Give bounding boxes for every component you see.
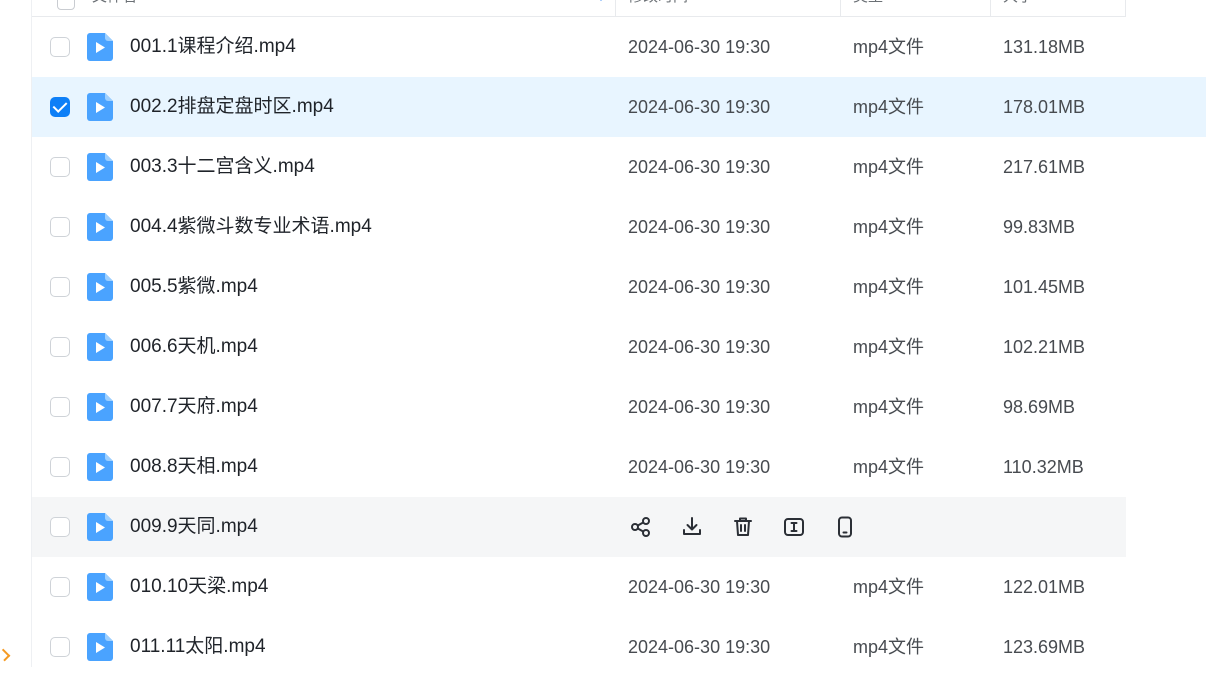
file-type: mp4文件 (853, 577, 925, 597)
file-name[interactable]: 006.6天机.mp4 (130, 317, 258, 377)
file-size: 122.01MB (1003, 577, 1086, 597)
file-name[interactable]: 001.1课程介绍.mp4 (130, 17, 296, 77)
share-icon[interactable] (628, 514, 654, 540)
video-file-icon (87, 333, 113, 361)
file-modified-time: 2024-06-30 19:30 (628, 577, 771, 597)
header-divider (1125, 0, 1126, 16)
file-row[interactable]: 004.4紫微斗数专业术语.mp4 2024-06-30 19:30 mp4文件 99… (32, 197, 1126, 257)
file-name[interactable]: 004.4紫微斗数专业术语.mp4 (130, 197, 372, 257)
file-modified-time: 2024-06-30 19:30 (628, 37, 771, 57)
file-modified-time: 2024-06-30 19:30 (628, 97, 771, 117)
file-modified-time: 2024-06-30 19:30 (628, 457, 771, 477)
file-row[interactable]: 006.6天机.mp4 2024-06-30 19:30 mp4文件 102.21MB (32, 317, 1126, 377)
file-row[interactable]: 001.1课程介绍.mp4 2024-06-30 19:30 mp4文件 131.18… (32, 17, 1126, 77)
row-checkbox[interactable] (50, 157, 70, 177)
row-checkbox[interactable] (50, 97, 70, 117)
header-modified[interactable]: 修改时间 (628, 0, 688, 16)
rename-icon[interactable] (781, 514, 807, 540)
file-list: 001.1课程介绍.mp4 2024-06-30 19:30 mp4文件 131.18… (32, 17, 1206, 677)
file-name[interactable]: 007.7天府.mp4 (130, 377, 258, 437)
header-divider (840, 0, 841, 16)
file-row[interactable]: 003.3十二宫含义.mp4 2024-06-30 19:30 mp4文件 217.6… (32, 137, 1126, 197)
file-modified-time: 2024-06-30 19:30 (628, 157, 771, 177)
header-name[interactable]: 文件名 (92, 0, 137, 16)
file-name[interactable]: 011.11太阳.mp4 (130, 617, 266, 677)
file-row[interactable]: 007.7天府.mp4 2024-06-30 19:30 mp4文件 98.69MB (32, 377, 1126, 437)
file-type: mp4文件 (853, 157, 925, 177)
file-row[interactable]: 010.10天梁.mp4 2024-06-30 19:30 mp4文件 122.01M… (32, 557, 1126, 617)
file-type: mp4文件 (853, 397, 925, 417)
row-checkbox[interactable] (50, 37, 70, 57)
video-file-icon (87, 513, 113, 541)
file-row[interactable]: 011.11太阳.mp4 2024-06-30 19:30 mp4文件 123.69M… (32, 617, 1126, 677)
row-checkbox[interactable] (50, 577, 70, 597)
file-size: 178.01MB (1003, 97, 1086, 117)
left-sidebar-edge (0, 0, 32, 667)
file-size: 123.69MB (1003, 637, 1086, 657)
file-modified-time: 2024-06-30 19:30 (628, 337, 771, 357)
file-list-header: 文件名 修改时间 类型 大小 (32, 0, 1126, 17)
file-modified-time: 2024-06-30 19:30 (628, 217, 771, 237)
video-file-icon (87, 33, 113, 61)
video-file-icon (87, 273, 113, 301)
file-row[interactable]: 005.5紫微.mp4 2024-06-30 19:30 mp4文件 101.45MB (32, 257, 1126, 317)
file-size: 98.69MB (1003, 397, 1076, 417)
file-size: 217.61MB (1003, 157, 1086, 177)
row-checkbox[interactable] (50, 217, 70, 237)
download-icon[interactable] (679, 514, 705, 540)
video-file-icon (87, 633, 113, 661)
video-file-icon (87, 93, 113, 121)
file-modified-time: 2024-06-30 19:30 (628, 277, 771, 297)
row-checkbox[interactable] (50, 277, 70, 297)
header-divider (990, 0, 991, 16)
file-row[interactable]: 009.9天同.mp4 (32, 497, 1126, 557)
file-name[interactable]: 003.3十二宫含义.mp4 (130, 137, 315, 197)
file-type: mp4文件 (853, 217, 925, 237)
header-size[interactable]: 大小 (1003, 0, 1033, 16)
file-size: 99.83MB (1003, 217, 1076, 237)
sort-indicator-icon[interactable] (597, 0, 605, 1)
file-type: mp4文件 (853, 97, 925, 117)
file-size: 101.45MB (1003, 277, 1086, 297)
file-modified-time: 2024-06-30 19:30 (628, 397, 771, 417)
row-checkbox[interactable] (50, 457, 70, 477)
video-file-icon (87, 393, 113, 421)
file-name[interactable]: 010.10天梁.mp4 (130, 557, 268, 617)
phone-icon[interactable] (832, 514, 858, 540)
file-row[interactable]: 002.2排盘定盘时区.mp4 2024-06-30 19:30 mp4文件 178.… (32, 77, 1206, 137)
file-type: mp4文件 (853, 637, 925, 657)
file-type: mp4文件 (853, 37, 925, 57)
file-type: mp4文件 (853, 337, 925, 357)
file-size: 131.18MB (1003, 37, 1086, 57)
file-name[interactable]: 009.9天同.mp4 (130, 497, 258, 557)
file-name[interactable]: 002.2排盘定盘时区.mp4 (130, 77, 334, 137)
file-type: mp4文件 (853, 277, 925, 297)
row-checkbox[interactable] (50, 397, 70, 417)
file-type: mp4文件 (853, 457, 925, 477)
file-size: 102.21MB (1003, 337, 1086, 357)
video-file-icon (87, 453, 113, 481)
video-file-icon (87, 573, 113, 601)
row-checkbox[interactable] (50, 337, 70, 357)
video-file-icon (87, 213, 113, 241)
header-divider (615, 0, 616, 16)
select-all-checkbox[interactable] (57, 0, 75, 10)
file-name[interactable]: 008.8天相.mp4 (130, 437, 258, 497)
file-name[interactable]: 005.5紫微.mp4 (130, 257, 258, 317)
row-checkbox[interactable] (50, 637, 70, 657)
header-type[interactable]: 类型 (853, 0, 883, 16)
file-row[interactable]: 008.8天相.mp4 2024-06-30 19:30 mp4文件 110.32MB (32, 437, 1126, 497)
row-checkbox[interactable] (50, 517, 70, 537)
video-file-icon (87, 153, 113, 181)
file-modified-time: 2024-06-30 19:30 (628, 637, 771, 657)
file-size: 110.32MB (1003, 457, 1084, 477)
delete-icon[interactable] (730, 514, 756, 540)
